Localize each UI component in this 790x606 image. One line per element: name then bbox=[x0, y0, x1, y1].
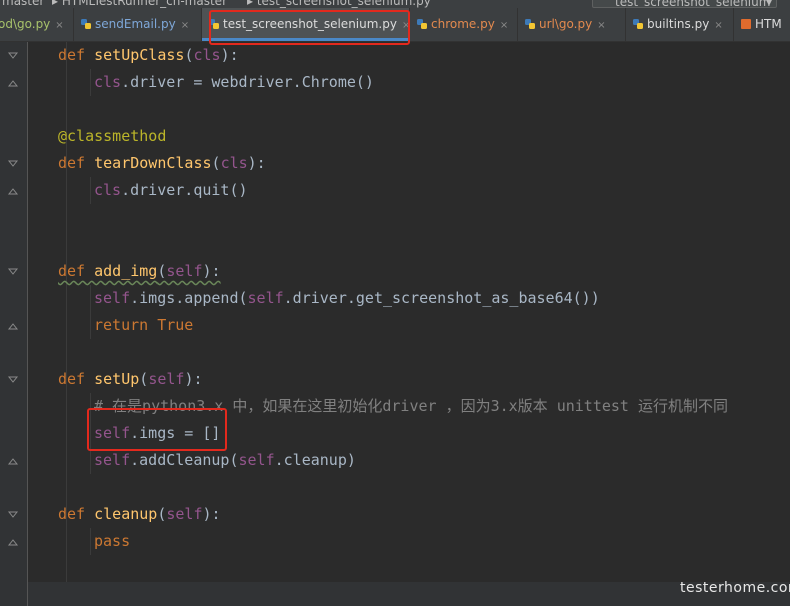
tab-htm[interactable]: HTM bbox=[734, 8, 790, 41]
code-line-imgs-init: self.imgs = [] bbox=[94, 424, 221, 442]
breadcrumb-item-project[interactable]: master bbox=[2, 0, 44, 8]
code-line-def-add-img: def add_img(self): bbox=[58, 262, 221, 280]
editor-tab-bar: od\go.py × sendEmail.py × test_screenshot_… bbox=[0, 8, 790, 42]
indent-guide bbox=[90, 393, 91, 474]
close-icon[interactable]: × bbox=[597, 20, 605, 31]
fold-end-icon[interactable] bbox=[6, 319, 20, 333]
indent-guide bbox=[90, 177, 91, 204]
code-editor[interactable]: def setUpClass(cls): cls.driver = webdri… bbox=[28, 42, 790, 582]
python-file-icon bbox=[209, 19, 219, 29]
code-line-return-true: return True bbox=[94, 316, 194, 334]
code-line-decorator: @classmethod bbox=[58, 127, 167, 145]
run-config-dropdown[interactable]: test_screenshot_selenium bbox=[592, 0, 777, 8]
code-line-driver-init: cls.driver = webdriver.Chrome() bbox=[94, 73, 374, 91]
watermark: testerhome.com bbox=[680, 580, 790, 596]
fold-end-icon[interactable] bbox=[6, 76, 20, 90]
close-icon[interactable]: × bbox=[55, 20, 63, 31]
close-icon[interactable]: × bbox=[714, 20, 722, 31]
breadcrumb-item-file[interactable]: ▸ test_screenshot_selenium.py bbox=[247, 0, 431, 8]
editor-gutter bbox=[0, 42, 28, 606]
fold-end-icon[interactable] bbox=[6, 535, 20, 549]
code-line-comment: # 在是python3.x 中，如果在这里初始化driver ，因为3.x版本 … bbox=[94, 397, 728, 415]
code-line-driver-quit: cls.driver.quit() bbox=[94, 181, 248, 199]
fold-open-icon[interactable] bbox=[6, 508, 20, 522]
tab-chrome[interactable]: chrome.py × bbox=[410, 8, 518, 41]
tab-od-go[interactable]: od\go.py × bbox=[0, 8, 74, 41]
fold-open-icon[interactable] bbox=[6, 49, 20, 63]
tab-url-go[interactable]: url\go.py × bbox=[518, 8, 626, 41]
code-line-imgs-append: self.imgs.append(self.driver.get_screens… bbox=[94, 289, 600, 307]
code-line-def-setupclass: def setUpClass(cls): bbox=[58, 46, 239, 64]
python-file-icon bbox=[525, 19, 535, 29]
code-line-def-setup: def setUp(self): bbox=[58, 370, 203, 388]
fold-end-icon[interactable] bbox=[6, 184, 20, 198]
python-file-icon bbox=[417, 19, 427, 29]
editor-bottom-area bbox=[28, 582, 790, 606]
indent-guide bbox=[90, 69, 91, 96]
fold-open-icon[interactable] bbox=[6, 373, 20, 387]
indent-guide bbox=[90, 528, 91, 555]
tab-test-screenshot-selenium[interactable]: test_screenshot_selenium.py × bbox=[202, 8, 410, 41]
breadcrumb-item-folder[interactable]: ▸ HTMLTestRunner_cn-master bbox=[52, 0, 227, 8]
close-icon[interactable]: × bbox=[500, 20, 508, 31]
fold-open-icon[interactable] bbox=[6, 157, 20, 171]
tab-sendemail[interactable]: sendEmail.py × bbox=[74, 8, 202, 41]
python-file-icon bbox=[633, 19, 643, 29]
indent-guide bbox=[90, 285, 91, 339]
code-line-pass: pass bbox=[94, 532, 131, 550]
code-line-addcleanup: self.addCleanup(self.cleanup) bbox=[94, 451, 356, 469]
html-file-icon bbox=[741, 19, 751, 29]
fold-open-icon[interactable] bbox=[6, 265, 20, 279]
tab-builtins[interactable]: builtins.py × bbox=[626, 8, 734, 41]
breadcrumb: master ▸ HTMLTestRunner_cn-master ▸ test… bbox=[0, 0, 790, 8]
close-icon[interactable]: × bbox=[181, 20, 189, 31]
fold-end-icon[interactable] bbox=[6, 454, 20, 468]
code-line-def-cleanup: def cleanup(self): bbox=[58, 505, 221, 523]
code-line-def-teardownclass: def tearDownClass(cls): bbox=[58, 154, 266, 172]
python-file-icon bbox=[81, 19, 91, 29]
